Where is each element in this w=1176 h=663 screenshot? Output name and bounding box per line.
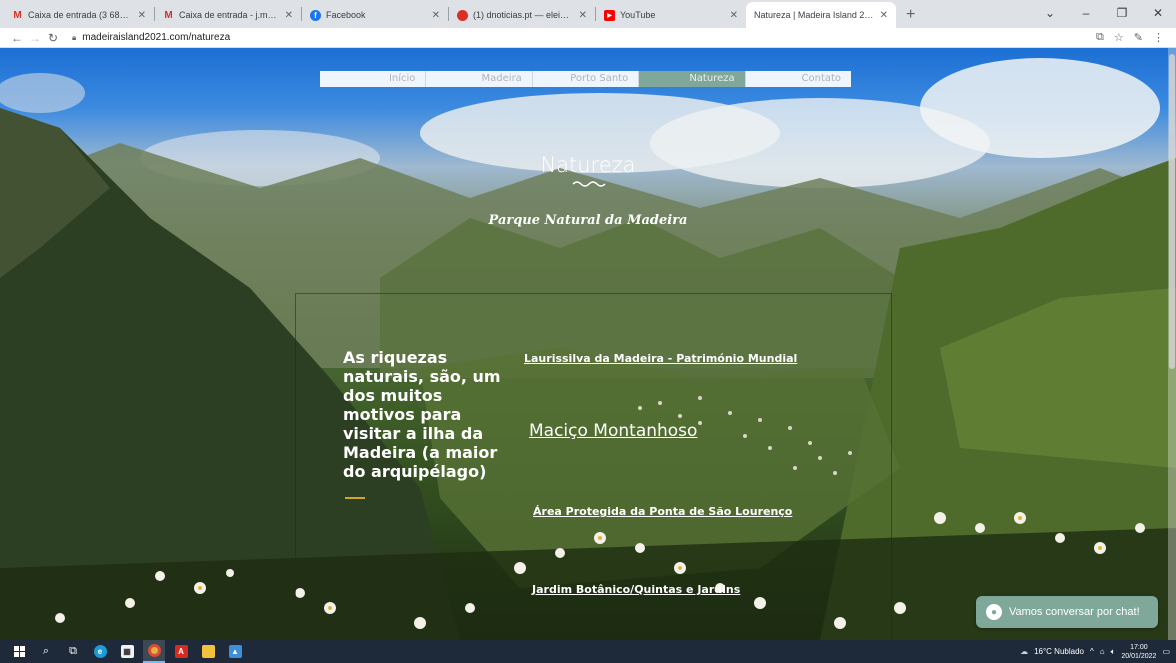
facebook-icon: f (310, 9, 321, 21)
window-controls: ⌄ – ❐ ✕ (1032, 0, 1176, 26)
search-icon[interactable]: ⌕ (35, 640, 57, 663)
tagline-text: As riquezas naturais, são, um dos muitos… (343, 348, 501, 481)
tab-title: Caixa de entrada - j.mauricio.ro (179, 10, 279, 20)
notification-icon[interactable]: ▭ (1162, 647, 1170, 656)
site-navigation: Início Madeira Porto Santo Natureza Cont… (320, 71, 851, 87)
extension-icon[interactable]: ✎ (1134, 31, 1143, 44)
menu-dots-icon[interactable]: ⋮ (1153, 31, 1164, 44)
browser-tab-bar: M Caixa de entrada (3 681) - cdsp ✕ M Ca… (0, 0, 1176, 28)
web-page: Início Madeira Porto Santo Natureza Cont… (0, 48, 1176, 640)
task-view-icon[interactable]: ⧉ (62, 640, 84, 663)
minimize-button[interactable]: – (1068, 6, 1104, 20)
tab-title: Caixa de entrada (3 681) - cdsp (28, 10, 132, 20)
clock-date: 20/01/2022 (1121, 652, 1157, 660)
tab-title: Facebook (326, 10, 366, 20)
close-icon[interactable]: ✕ (285, 10, 293, 21)
close-window-button[interactable]: ✕ (1140, 6, 1176, 20)
scrollbar-thumb[interactable] (1169, 54, 1175, 369)
nav-link-inicio[interactable]: Início (320, 71, 427, 87)
browser-tab[interactable]: ▶ YouTube ✕ (596, 2, 746, 28)
close-icon[interactable]: ✕ (579, 10, 587, 21)
chevron-up-icon[interactable]: ^ (1090, 647, 1094, 656)
browser-tab-active[interactable]: Natureza | Madeira Island 2021 ✕ (746, 2, 896, 28)
cloud-icon: ☁ (1020, 647, 1029, 656)
chrome-icon[interactable] (143, 640, 165, 663)
nav-link-porto-santo[interactable]: Porto Santo (533, 71, 640, 87)
browser-tab[interactable]: f Facebook ✕ (302, 2, 448, 28)
chevron-down-icon[interactable]: ⌄ (1032, 6, 1068, 20)
close-icon[interactable]: ✕ (432, 10, 440, 21)
file-explorer-icon[interactable] (197, 640, 219, 663)
network-icon[interactable]: ⌂ (1100, 647, 1105, 656)
volume-icon[interactable]: 🔈︎ (1111, 647, 1116, 657)
close-icon[interactable]: ✕ (138, 10, 146, 21)
scrollbar[interactable] (1168, 48, 1176, 640)
gmail-icon: M (13, 9, 22, 21)
browser-tab[interactable]: M Caixa de entrada - j.mauricio.ro ✕ (155, 2, 301, 28)
nav-link-madeira[interactable]: Madeira (426, 71, 533, 87)
forward-button[interactable]: → (26, 31, 44, 45)
acrobat-icon[interactable]: A (170, 640, 192, 663)
link-macico-montanhoso[interactable]: Maciço Montanhoso (529, 421, 697, 441)
link-area-protegida[interactable]: Área Protegida da Ponta de São Lourenço (533, 505, 792, 518)
browser-toolbar: ← → ↻ 🔒︎ madeiraisland2021.com/natureza … (0, 28, 1176, 48)
store-icon[interactable]: ▦ (116, 640, 138, 663)
close-icon[interactable]: ✕ (880, 10, 888, 21)
nav-link-contato[interactable]: Contato (746, 71, 851, 87)
browser-tab[interactable]: (1) dnoticias.pt — eleições legisl ✕ (449, 2, 595, 28)
link-laurissilva[interactable]: Laurissilva da Madeira - Património Mund… (524, 352, 797, 365)
bookmark-star-icon[interactable]: ☆ (1114, 31, 1124, 44)
weather-text[interactable]: 16°C Nublado (1034, 647, 1084, 656)
tab-title: Natureza | Madeira Island 2021 (754, 10, 874, 20)
windows-start-icon[interactable] (8, 640, 30, 663)
dnoticias-icon (457, 9, 468, 21)
windows-taskbar: ⌕ ⧉ e ▦ A ▲ ☁ 16°C Nublado ^ ⌂ 🔈︎ 17:00 … (0, 640, 1176, 663)
tab-title: (1) dnoticias.pt — eleições legisl (473, 10, 573, 20)
reload-button[interactable]: ↻ (44, 31, 62, 45)
link-jardim-botanico[interactable]: Jardim Botânico/Quintas e Jardins (532, 583, 740, 596)
back-button[interactable]: ← (8, 31, 26, 45)
toolbar-actions: ⧉ ☆ ✎ ⋮ (1096, 31, 1164, 44)
clock-time: 17:00 (1130, 643, 1148, 651)
browser-tab[interactable]: M Caixa de entrada (3 681) - cdsp ✕ (4, 2, 154, 28)
youtube-icon: ▶ (604, 9, 615, 21)
nav-link-natureza[interactable]: Natureza (639, 71, 746, 87)
system-tray: ☁ 16°C Nublado ^ ⌂ 🔈︎ 17:00 20/01/2022 ▭ (1020, 640, 1176, 663)
new-tab-button[interactable]: + (896, 2, 925, 28)
tab-title: YouTube (620, 10, 656, 20)
chat-button-label: Vamos conversar por chat! (1009, 606, 1140, 618)
lock-icon: 🔒︎ (72, 32, 77, 42)
share-icon[interactable]: ⧉ (1096, 31, 1104, 44)
restore-button[interactable]: ❐ (1104, 6, 1140, 20)
photos-icon[interactable]: ▲ (224, 640, 246, 663)
close-icon[interactable]: ✕ (730, 10, 738, 21)
accent-bar (345, 497, 365, 499)
edge-icon[interactable]: e (89, 640, 111, 663)
chat-button[interactable]: ● Vamos conversar por chat! (976, 596, 1158, 628)
page-title: Natureza (540, 153, 636, 177)
page-subtitle: Parque Natural da Madeira (488, 213, 688, 228)
address-bar[interactable]: 🔒︎ madeiraisland2021.com/natureza (72, 29, 1096, 47)
clock[interactable]: 17:00 20/01/2022 (1121, 643, 1156, 661)
gmail-icon: M (164, 9, 173, 21)
wave-divider-icon (572, 181, 606, 187)
chat-user-icon: ● (986, 604, 1002, 620)
url-text: madeiraisland2021.com/natureza (82, 32, 231, 43)
